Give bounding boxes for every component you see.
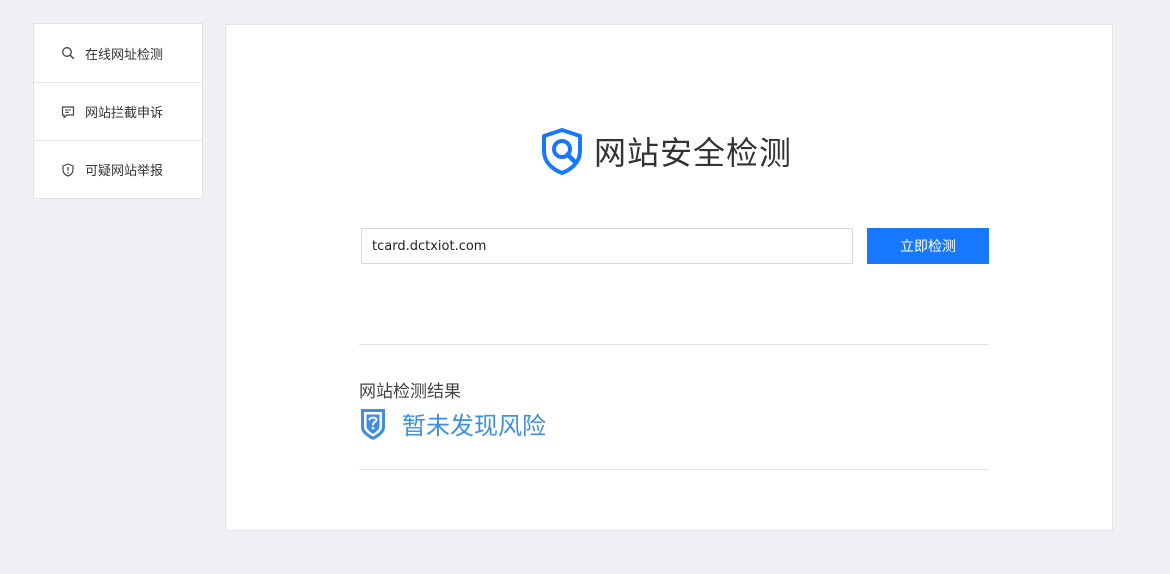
shield-question-icon bbox=[361, 408, 385, 440]
divider bbox=[359, 469, 989, 470]
sidebar-item-label: 在线网址检测 bbox=[85, 47, 164, 63]
sidebar-item-label: 可疑网站举报 bbox=[85, 164, 164, 179]
sidebar: 在线网址检测 网站拦截申诉 可疑网站举报 bbox=[33, 23, 203, 199]
shield-alert-icon bbox=[61, 162, 75, 177]
result-heading: 网站检测结果 bbox=[359, 382, 461, 402]
main-panel: 网站安全检测 立即检测 网站检测结果 暂未发现风险 bbox=[225, 24, 1113, 531]
result-status: 暂未发现风险 bbox=[402, 412, 546, 440]
divider bbox=[359, 344, 989, 345]
sidebar-item-url-check[interactable]: 在线网址检测 bbox=[34, 24, 202, 82]
sidebar-item-appeal[interactable]: 网站拦截申诉 bbox=[34, 82, 202, 140]
brand: 网站安全检测 bbox=[540, 127, 792, 175]
sidebar-item-report[interactable]: 可疑网站举报 bbox=[34, 140, 202, 198]
check-now-button[interactable]: 立即检测 bbox=[867, 228, 989, 264]
shield-search-icon bbox=[542, 128, 582, 175]
result-status-row: 暂未发现风险 bbox=[359, 406, 546, 441]
message-icon bbox=[61, 105, 75, 119]
sidebar-item-label: 网站拦截申诉 bbox=[85, 106, 164, 121]
url-input[interactable] bbox=[361, 228, 853, 264]
page-title: 网站安全检测 bbox=[594, 134, 793, 172]
search-icon bbox=[61, 46, 75, 60]
